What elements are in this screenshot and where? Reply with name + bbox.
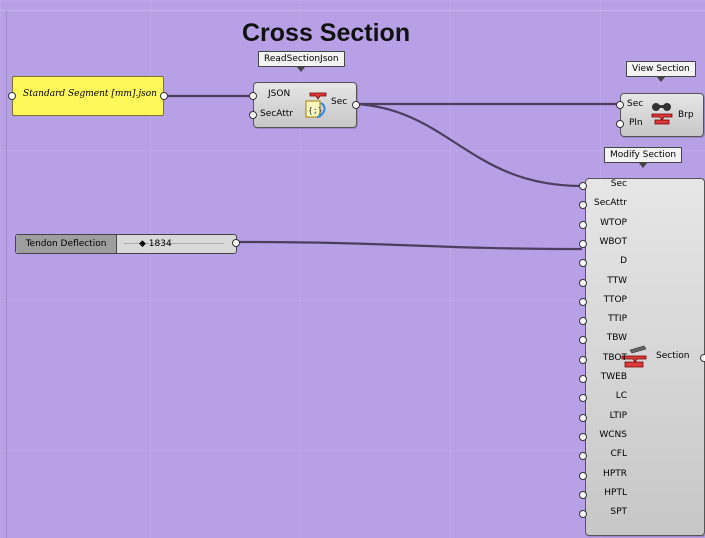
modify-input-knob[interactable]: [579, 297, 587, 306]
panel-input-knob[interactable]: [8, 92, 16, 100]
read-sec-output-knob[interactable]: [352, 101, 360, 109]
grasshopper-canvas[interactable]: Cross Section Standard Segment [mm].json…: [0, 0, 705, 538]
modify-input-knob[interactable]: [579, 220, 587, 229]
modify-output-section-label: Section: [656, 351, 690, 361]
panel-output-knob[interactable]: [160, 92, 168, 100]
modify-input-label: LC: [615, 391, 627, 402]
modify-input-label: TTW: [607, 275, 627, 286]
view-section-component[interactable]: Sec Pln Brp: [620, 93, 704, 137]
modify-input-knob[interactable]: [579, 432, 587, 441]
modify-input-knob[interactable]: [579, 355, 587, 364]
panel-text: Standard Segment [mm].json: [23, 89, 157, 99]
modify-input-label: TBW: [606, 333, 627, 344]
read-json-input-knob[interactable]: [249, 92, 257, 100]
view-sec-input-knob[interactable]: [616, 101, 624, 109]
svg-text:{;}: {;}: [308, 106, 322, 115]
slider-value-text: 1834: [148, 239, 172, 249]
view-pln-input-knob[interactable]: [616, 120, 624, 128]
json-file-panel[interactable]: Standard Segment [mm].json: [12, 76, 164, 116]
wire-slider-to-wbot: [235, 240, 583, 251]
read-secattr-input-knob[interactable]: [249, 111, 257, 119]
modify-input-knob[interactable]: [579, 490, 587, 499]
slider-value[interactable]: ◆ 1834: [139, 237, 172, 251]
read-section-json-component[interactable]: JSON SecAttr Sec {;}: [253, 82, 357, 128]
modify-input-label: SecAttr: [594, 198, 627, 209]
modify-section-tag: Modify Section: [604, 147, 683, 168]
modify-input-label: D: [620, 256, 627, 267]
modify-input-label: WTOP: [600, 217, 627, 228]
modify-input-label: TBOT: [602, 352, 627, 363]
view-output-brp-label: Brp: [678, 110, 694, 120]
read-input-secattr-label: SecAttr: [260, 109, 293, 119]
modify-input-label: Sec: [610, 179, 627, 189]
modify-input-knob[interactable]: [579, 375, 587, 383]
slider-handle-icon[interactable]: ◆: [139, 239, 146, 249]
modify-input-knob[interactable]: [579, 471, 587, 480]
modify-input-label: WBOT: [599, 236, 628, 247]
read-section-tag: ReadSectionJson: [258, 51, 345, 72]
modify-input-label: CFL: [610, 449, 627, 460]
modify-input-knob[interactable]: [579, 278, 587, 287]
slider-name: Tendon Deflection: [16, 235, 117, 253]
modify-input-knob[interactable]: [579, 182, 587, 190]
wire-sec-to-modify: [355, 102, 583, 188]
modify-input-label: LTIP: [609, 410, 627, 421]
modify-output-knob[interactable]: [700, 354, 705, 362]
modify-input-label: HPTL: [604, 487, 627, 498]
view-input-sec-label: Sec: [627, 99, 644, 109]
modify-input-label: TWEB: [600, 372, 627, 382]
read-output-sec-label: Sec: [331, 97, 348, 107]
modify-input-label: HPTR: [603, 468, 627, 479]
modify-input-label: SPT: [610, 507, 627, 518]
modify-input-knob[interactable]: [579, 239, 587, 248]
slider-output-knob[interactable]: [232, 239, 240, 247]
binoculars-icon: [651, 103, 673, 125]
modify-input-label: WCNS: [599, 429, 627, 440]
view-input-pln-label: Pln: [629, 118, 643, 128]
modify-input-label: TTIP: [608, 314, 627, 325]
modify-input-knob[interactable]: [579, 413, 587, 422]
read-input-json-label: JSON: [268, 89, 291, 99]
view-section-tag: View Section: [626, 61, 696, 82]
tendon-deflection-slider[interactable]: Tendon Deflection ◆ 1834: [15, 234, 237, 254]
json-reader-icon: {;}: [305, 92, 327, 118]
modify-input-label: TTOP: [603, 294, 627, 305]
